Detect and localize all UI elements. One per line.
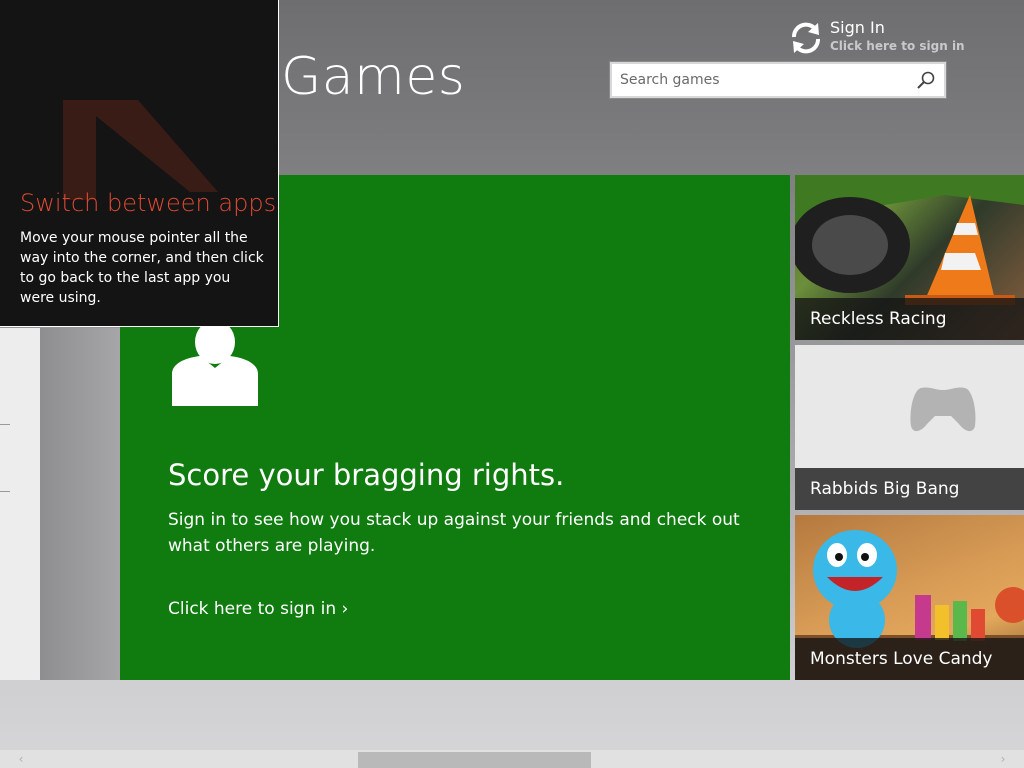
game-tile-monsters-love-candy[interactable]: Monsters Love Candy [795, 515, 1024, 680]
tile-label: Rabbids Big Bang [795, 468, 1024, 510]
tip-title: Switch between apps [20, 189, 277, 217]
sign-in-subtitle: Click here to sign in [830, 39, 965, 53]
left-panel [0, 328, 40, 680]
corner-arrow-graphic [63, 100, 218, 200]
divider [0, 491, 10, 492]
search-box [610, 62, 946, 98]
search-icon[interactable] [916, 70, 936, 90]
tile-label: Reckless Racing [795, 298, 1024, 340]
sync-icon [791, 22, 821, 54]
panel-gap [40, 328, 120, 680]
person-icon [172, 322, 258, 406]
page-title: Games [281, 47, 466, 107]
scroll-left-arrow-icon[interactable]: ‹ [12, 750, 30, 768]
switch-apps-tip: Switch between apps Move your mouse poin… [0, 0, 279, 327]
hero-sign-in-link[interactable]: Click here to sign in › [168, 597, 348, 621]
sign-in-button[interactable]: Sign In Click here to sign in [788, 18, 965, 56]
game-tile-rabbids-big-bang[interactable]: Rabbids Big Bang [795, 345, 1024, 510]
scrollbar-thumb[interactable] [358, 752, 591, 768]
divider [0, 424, 10, 425]
horizontal-scrollbar[interactable]: ‹ › [0, 750, 1024, 768]
sign-in-title: Sign In [830, 18, 885, 37]
tip-body: Move your mouse pointer all the way into… [20, 230, 264, 306]
scroll-right-arrow-icon[interactable]: › [994, 750, 1012, 768]
hero-description: Sign in to see how you stack up against … [168, 510, 740, 556]
gamepad-icon [910, 387, 976, 432]
search-input[interactable] [612, 64, 910, 96]
hero-headline: Score your bragging rights. [168, 458, 565, 492]
game-tile-reckless-racing[interactable]: Reckless Racing [795, 175, 1024, 340]
tile-label: Monsters Love Candy [795, 638, 1024, 680]
